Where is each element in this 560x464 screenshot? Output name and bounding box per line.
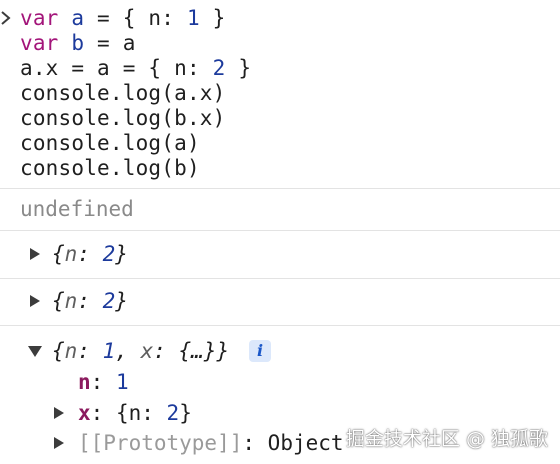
code-line-6: console.log(a) — [20, 131, 200, 155]
watermark: 掘金技术社区 @ 独孤歌 — [345, 428, 548, 450]
log-entry-2[interactable]: {n: 2} — [0, 279, 560, 324]
console-input-block: var a = { n: 1 } var b = a a.x = a = { n… — [0, 0, 560, 190]
log-entry-1[interactable]: {n: 2} — [0, 231, 560, 278]
prompt-chevron-icon — [1, 11, 11, 25]
code-line-2: var b = a — [20, 31, 136, 55]
code-line-3: a.x = a = { n: 2 } — [20, 56, 252, 80]
expand-triangle-icon[interactable] — [54, 407, 64, 419]
expand-triangle-icon[interactable] — [30, 248, 40, 260]
property-n: n: 1 — [78, 370, 129, 394]
expand-triangle-icon[interactable] — [30, 295, 40, 307]
log-object-preview[interactable]: {n: 2} — [52, 289, 128, 314]
code-line-7: console.log(b) — [20, 156, 200, 180]
collapse-triangle-icon[interactable] — [28, 346, 42, 357]
code-line-1: var a = { n: 1 } — [20, 6, 226, 30]
code-line-4: console.log(a.x) — [20, 81, 226, 105]
log-object-preview[interactable]: {n: 2} — [52, 242, 128, 267]
code-line-5: console.log(b.x) — [20, 106, 226, 130]
property-prototype[interactable]: [[Prototype]]: Object — [78, 431, 344, 456]
separator — [0, 188, 560, 189]
log-object-preview[interactable]: {n: 1, x: {…}} — [52, 339, 229, 364]
property-x[interactable]: x: {n: 2} — [78, 401, 192, 426]
info-icon[interactable]: i — [249, 340, 271, 362]
expand-triangle-icon[interactable] — [54, 437, 64, 449]
result-undefined: undefined — [20, 197, 134, 221]
